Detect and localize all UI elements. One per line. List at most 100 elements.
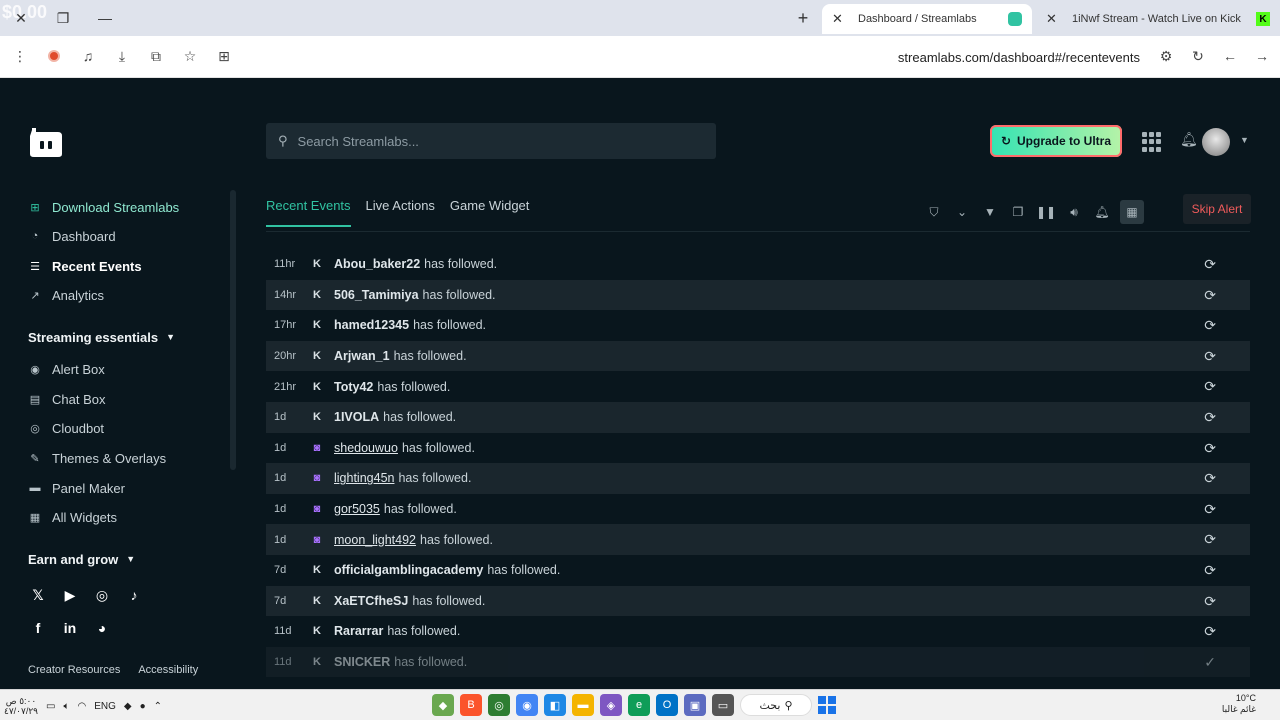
replay-icon[interactable]: ⟳ <box>1204 623 1216 640</box>
replay-icon[interactable]: ⟳ <box>1204 409 1216 426</box>
chrome-variant-icon[interactable]: ◎ <box>488 694 510 716</box>
bell-icon[interactable]: 🔔︎ <box>1092 202 1112 222</box>
url-field[interactable]: streamlabs.com/dashboard#/recentevents <box>250 42 1170 72</box>
bookmark-star-icon[interactable]: ☆ <box>178 44 202 68</box>
tray-overflow-icon[interactable]: ⌃ <box>154 701 162 712</box>
notifications-bell-icon[interactable]: 🔔︎ <box>1180 131 1198 148</box>
restore-window-icon[interactable]: ❐ <box>42 0 84 36</box>
minimize-window-icon[interactable]: — <box>84 0 126 36</box>
sidebar-item-themes-overlays[interactable]: ✎ Themes & Overlays <box>28 447 166 469</box>
chevron-down-icon[interactable]: ▼ <box>1240 135 1249 145</box>
extensions-icon[interactable]: ⧉ <box>144 44 168 68</box>
app-tray-icon[interactable]: ◆ <box>124 701 132 712</box>
translate-icon[interactable]: ⊞ <box>212 44 236 68</box>
clock[interactable]: ٥:٠٠ ص ٤٧/٠٧/٢٩ <box>4 696 38 716</box>
sidebar-item-chat-box[interactable]: ▤ Chat Box <box>28 388 106 410</box>
download-icon[interactable]: ⤓ <box>110 44 134 68</box>
event-username[interactable]: shedouwuo <box>334 441 398 455</box>
brave-browser-icon[interactable]: B <box>460 694 482 716</box>
x-icon[interactable]: 𝕏 <box>28 585 48 605</box>
section-earn-and-grow[interactable]: Earn and grow ▼ <box>28 548 135 570</box>
menu-dots-icon[interactable]: ⋮ <box>8 44 32 68</box>
replay-icon[interactable]: ⟳ <box>1204 348 1216 365</box>
event-username[interactable]: lighting45n <box>334 471 394 485</box>
pause-icon[interactable]: ❚❚ <box>1036 202 1056 222</box>
battery-icon[interactable]: ▭ <box>46 701 55 712</box>
tab-kick-stream[interactable]: ✕ 1iNwf Stream - Watch Live on Kick K <box>1036 4 1280 34</box>
security-tray-icon[interactable]: ● <box>140 701 146 712</box>
tab-recent-events[interactable]: Recent Events <box>266 198 351 227</box>
apps-grid-icon[interactable] <box>1142 132 1162 152</box>
sidebar-item-recent-events[interactable]: ☰ Recent Events <box>28 255 142 277</box>
avatar[interactable] <box>1202 128 1230 156</box>
chrome-icon[interactable]: ◉ <box>516 694 538 716</box>
wifi-icon[interactable]: ◠ <box>77 701 86 712</box>
site-settings-icon[interactable]: ⚙ <box>1154 44 1178 68</box>
store-icon[interactable]: ▣ <box>684 694 706 716</box>
close-tab-icon[interactable]: ✕ <box>832 11 848 27</box>
sidebar-item-all-widgets[interactable]: ▦ All Widgets <box>28 506 117 528</box>
streamlabs-logo[interactable] <box>26 126 64 158</box>
replay-icon[interactable]: ⟳ <box>1204 378 1216 395</box>
tab-dashboard[interactable]: ✕ Dashboard / Streamlabs <box>822 4 1032 34</box>
replay-icon[interactable]: ⟳ <box>1204 440 1216 457</box>
event-username[interactable]: gor5035 <box>334 502 380 516</box>
new-tab-button[interactable]: + <box>790 6 816 30</box>
weather-widget[interactable]: 10°C غائم غالبا <box>1222 693 1256 715</box>
accessibility-link[interactable]: Accessibility <box>138 664 198 676</box>
skip-alert-button[interactable]: Skip Alert <box>1183 194 1251 224</box>
facebook-icon[interactable]: f <box>28 618 48 638</box>
replay-icon[interactable]: ⟳ <box>1204 287 1216 304</box>
replay-icon[interactable]: ⟳ <box>1204 317 1216 334</box>
instagram-icon[interactable]: ◎ <box>92 585 112 605</box>
file-explorer-icon[interactable]: ▬ <box>572 694 594 716</box>
record-extension-icon[interactable] <box>42 44 66 68</box>
replay-icon[interactable]: ⟳ <box>1204 562 1216 579</box>
check-icon[interactable]: ✓ <box>1204 654 1216 671</box>
windows-start-icon[interactable] <box>818 696 836 714</box>
close-tab-icon[interactable]: ✕ <box>1046 11 1062 27</box>
replay-icon[interactable]: ⟳ <box>1204 593 1216 610</box>
chevron-down-icon[interactable]: ⌄ <box>952 202 972 222</box>
replay-icon[interactable]: ⟳ <box>1204 470 1216 487</box>
event-username[interactable]: moon_light492 <box>334 533 416 547</box>
tab-game-widget[interactable]: Game Widget <box>450 198 529 227</box>
sidebar-item-cloudbot[interactable]: ◎ Cloudbot <box>28 417 104 439</box>
upgrade-button[interactable]: ↻ Upgrade to Ultra <box>990 125 1122 157</box>
youtube-icon[interactable]: ▶ <box>60 585 80 605</box>
replay-icon[interactable]: ⟳ <box>1204 501 1216 518</box>
volume-icon[interactable]: 🔊︎ <box>1064 202 1084 222</box>
sidebar-item-download[interactable]: ⊞ Download Streamlabs <box>28 196 179 218</box>
back-arrow-icon[interactable]: ← <box>1218 44 1242 68</box>
popout-icon[interactable]: ❐ <box>1008 202 1028 222</box>
filter-icon[interactable]: ▼ <box>980 202 1000 222</box>
shield-icon[interactable]: ⛉ <box>924 202 944 222</box>
sidebar-item-alert-box[interactable]: ◉ Alert Box <box>28 358 105 380</box>
reload-icon[interactable]: ↻ <box>1186 44 1210 68</box>
sidebar-item-panel-maker[interactable]: ▬ Panel Maker <box>28 477 125 499</box>
app-pin-icon[interactable]: ▭ <box>712 694 734 716</box>
edge-icon[interactable]: e <box>628 694 650 716</box>
app-pin-icon[interactable]: ◈ <box>600 694 622 716</box>
taskbar-search[interactable]: بحث ⚲ <box>740 694 812 716</box>
speaker-icon[interactable]: 🔈︎ <box>63 701 69 712</box>
media-controls-icon[interactable]: ♫ <box>76 44 100 68</box>
tab-live-actions[interactable]: Live Actions <box>366 198 435 227</box>
linkedin-icon[interactable]: in <box>60 618 80 638</box>
search-input[interactable]: ⚲ Search Streamlabs... <box>266 123 716 159</box>
forward-arrow-icon[interactable]: → <box>1250 44 1274 68</box>
language-indicator[interactable]: ENG <box>94 701 116 712</box>
sidebar-scrollbar[interactable] <box>230 190 236 470</box>
replay-icon[interactable]: ⟳ <box>1204 531 1216 548</box>
replay-icon[interactable]: ⟳ <box>1204 256 1216 273</box>
creator-resources-link[interactable]: Creator Resources <box>28 664 120 676</box>
outlook-icon[interactable]: O <box>656 694 678 716</box>
sidebar-item-dashboard[interactable]: ◔ Dashboard <box>28 225 116 247</box>
app-pin-icon[interactable]: ◧ <box>544 694 566 716</box>
tiktok-icon[interactable]: ♪ <box>124 585 144 605</box>
discord-icon[interactable]: ◕ <box>92 618 112 638</box>
layout-toggle-icon[interactable]: ▦ <box>1120 200 1144 224</box>
sidebar-item-analytics[interactable]: ↗ Analytics <box>28 284 104 306</box>
section-streaming-essentials[interactable]: Streaming essentials ▼ <box>28 326 175 348</box>
close-window-icon[interactable]: ✕ <box>0 0 42 36</box>
